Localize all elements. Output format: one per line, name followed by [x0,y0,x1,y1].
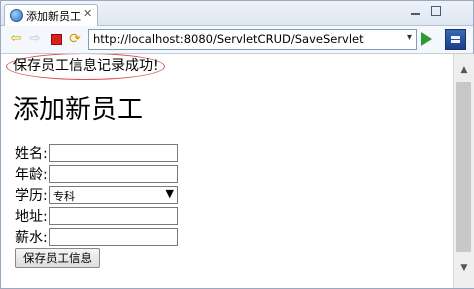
age-input[interactable] [49,165,178,183]
education-selected-value: 专科 [53,190,75,203]
forward-icon[interactable]: ⇨ [27,31,43,47]
globe-icon [10,9,23,22]
refresh-icon[interactable]: ⟳ [67,31,83,47]
education-select[interactable]: 专科 ▼ [49,186,178,204]
minimize-button[interactable] [409,5,423,19]
tab-add-employee[interactable]: 添加新员工 ✕ [4,4,98,26]
maximize-button[interactable] [429,5,443,19]
scrollbar-thumb[interactable] [456,82,471,252]
page-title: 添加新员工 [13,95,144,125]
stop-icon[interactable] [48,31,64,47]
name-label: 姓名: [15,146,48,162]
chevron-down-icon: ▼ [165,187,174,200]
age-label: 年龄: [15,167,48,183]
save-employee-button[interactable]: 保存员工信息 [15,248,100,268]
go-icon[interactable] [421,32,432,46]
address-input[interactable] [49,207,178,225]
name-input[interactable] [49,144,178,162]
salary-label: 薪水: [15,230,48,246]
tab-strip: 添加新员工 ✕ [1,1,473,26]
scroll-down-icon[interactable]: ▼ [457,261,471,275]
education-label: 学历: [15,188,48,204]
close-icon[interactable]: ✕ [83,7,92,20]
url-text: http://localhost:8080/ServletCRUD/SaveSe… [93,32,364,46]
page-content: 保存员工信息记录成功! 添加新员工 姓名: 年龄: 学历: 专科 ▼ 地址: 薪… [1,54,453,288]
vertical-scrollbar[interactable]: ▲ ▼ [453,54,474,288]
success-message: 保存员工信息记录成功! [13,58,159,74]
back-icon[interactable]: ⇦ [8,31,24,47]
browser-window: 添加新员工 ✕ ⇦ ⇨ ⟳ http://localhost:8080/Serv… [0,0,474,289]
tab-title: 添加新员工 [26,10,81,23]
salary-input[interactable] [49,228,178,246]
browser-toolbar: ⇦ ⇨ ⟳ http://localhost:8080/ServletCRUD/… [1,26,473,54]
scroll-up-icon[interactable]: ▲ [457,63,471,77]
address-label: 地址: [15,209,48,225]
open-external-browser-icon[interactable] [445,29,466,50]
url-dropdown-icon[interactable]: ▾ [407,32,412,43]
url-input[interactable]: http://localhost:8080/ServletCRUD/SaveSe… [88,29,417,50]
